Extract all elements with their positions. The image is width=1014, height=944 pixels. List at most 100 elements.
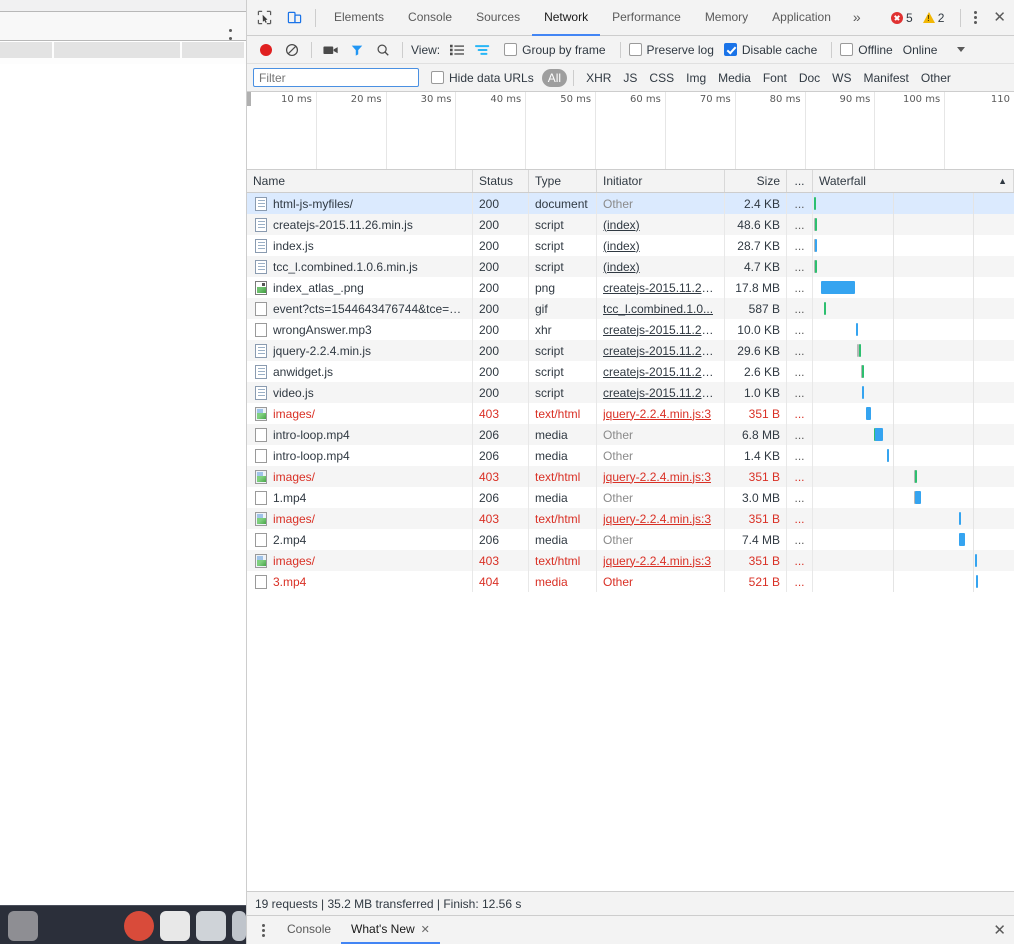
cell-initiator[interactable]: jquery-2.2.4.min.js:3 [597,508,725,529]
table-row[interactable]: images/403 text/html jquery-2.2.4.min.js:3… [247,403,1014,424]
funnel-icon[interactable] [346,39,368,61]
offline-checkbox[interactable]: Offline [840,43,893,57]
hide-data-urls-checkbox[interactable]: Hide data URLs [431,71,534,85]
dock-icon[interactable] [8,911,38,941]
cell-initiator[interactable]: createjs-2015.11.26... [597,361,725,382]
column-header-waterfall[interactable]: Waterfall ▲ [813,170,1014,192]
initiator-link[interactable]: jquery-2.2.4.min.js:3 [603,554,711,568]
column-header-status[interactable]: Status [473,170,529,192]
cursor-inspect-icon[interactable] [251,5,277,31]
column-header--[interactable]: ... [787,170,813,192]
drawer-tab-console[interactable]: Console [277,916,341,944]
cell-initiator[interactable]: (index) [597,256,725,277]
tab-application[interactable]: Application [760,0,843,36]
table-row[interactable]: index.js 200 script (index) 28.7 KB... [247,235,1014,256]
initiator-link[interactable]: jquery-2.2.4.min.js:3 [603,470,711,484]
search-icon[interactable] [372,39,394,61]
cell-initiator[interactable]: (index) [597,235,725,256]
drawer-tab-whats-new[interactable]: What's New ✕ [341,916,440,944]
preserve-log-checkbox[interactable]: Preserve log [628,43,714,57]
initiator-link[interactable]: createjs-2015.11.26... [603,323,718,337]
settings-kebab-icon[interactable] [967,9,983,27]
filter-type-all[interactable]: All [541,68,568,87]
filter-type-css[interactable]: CSS [643,69,680,87]
cell-initiator[interactable]: jquery-2.2.4.min.js:3 [597,466,725,487]
cell-initiator[interactable]: createjs-2015.11.26... [597,319,725,340]
clear-icon[interactable] [281,39,303,61]
initiator-link[interactable]: createjs-2015.11.26... [603,386,718,400]
table-row[interactable]: intro-loop.mp4 206 media Other 1.4 KB... [247,445,1014,466]
tab-network[interactable]: Network [532,0,601,36]
cell-initiator[interactable]: createjs-2015.11.26... [597,340,725,361]
column-header-name[interactable]: Name [247,170,473,192]
column-header-size[interactable]: Size [725,170,787,192]
table-row[interactable]: index_atlas_.png 200 png createjs-2015.11.2… [247,277,1014,298]
network-overview-timeline[interactable]: 10 ms 20 ms 30 ms 40 ms 50 ms 60 ms 70 ms 80 ms… [247,92,1014,170]
table-row[interactable]: images/403 text/html jquery-2.2.4.min.js:3… [247,550,1014,571]
more-tabs-button[interactable]: » [843,0,871,36]
table-row[interactable]: html-js-myfiles/200 document Other 2.4 KB..… [247,193,1014,214]
initiator-link[interactable]: createjs-2015.11.26... [603,365,718,379]
disable-cache-checkbox[interactable]: Disable cache [723,43,817,57]
table-row[interactable]: 3.mp4 404 media Other 521 B... [247,571,1014,592]
initiator-link[interactable]: (index) [603,218,640,232]
tab-performance[interactable]: Performance [600,0,693,36]
record-icon[interactable] [255,39,277,61]
throttling-select[interactable]: Online [903,43,966,57]
cell-initiator[interactable]: jquery-2.2.4.min.js:3 [597,550,725,571]
filter-type-manifest[interactable]: Manifest [858,69,915,87]
cell-initiator[interactable]: (index) [597,214,725,235]
filter-type-doc[interactable]: Doc [793,69,826,87]
dock-icon[interactable] [196,911,226,941]
warning-badge[interactable]: 2 [922,11,951,25]
dock-icon[interactable] [160,911,190,941]
close-icon[interactable]: ✕ [421,923,430,936]
cell-initiator[interactable]: jquery-2.2.4.min.js:3 [597,403,725,424]
cell-initiator[interactable]: createjs-2015.11.26... [597,277,725,298]
initiator-link[interactable]: jquery-2.2.4.min.js:3 [603,407,711,421]
waterfall-view-icon[interactable] [472,39,494,61]
table-row[interactable]: anwidget.js 200 script createjs-2015.11.26.… [247,361,1014,382]
table-row[interactable]: video.js 200 script createjs-2015.11.26... 1… [247,382,1014,403]
close-devtools-button[interactable]: ✕ [993,10,1006,25]
dock-icon[interactable] [232,911,246,941]
filter-type-media[interactable]: Media [712,69,757,87]
group-by-frame-checkbox[interactable]: Group by frame [504,43,606,57]
camera-icon[interactable] [320,39,342,61]
tab-console[interactable]: Console [396,0,464,36]
filter-type-xhr[interactable]: XHR [580,69,617,87]
table-row[interactable]: wrongAnswer.mp3 200 xhr createjs-2015.11.26… [247,319,1014,340]
filter-type-font[interactable]: Font [757,69,793,87]
table-row[interactable]: images/403 text/html jquery-2.2.4.min.js:3… [247,466,1014,487]
table-row[interactable]: tcc_l.combined.1.0.6.min.js 200 script (ind… [247,256,1014,277]
tab-sources[interactable]: Sources [464,0,532,36]
table-row[interactable]: createjs-2015.11.26.min.js 200 script (inde… [247,214,1014,235]
tab-elements[interactable]: Elements [322,0,396,36]
filter-type-ws[interactable]: WS [826,69,857,87]
close-drawer-button[interactable]: ✕ [993,923,1006,938]
table-row[interactable]: 2.mp4 206 media Other 7.4 MB... [247,529,1014,550]
tab-memory[interactable]: Memory [693,0,760,36]
column-header-initiator[interactable]: Initiator [597,170,725,192]
initiator-link[interactable]: jquery-2.2.4.min.js:3 [603,512,711,526]
table-row[interactable]: jquery-2.2.4.min.js 200 script createjs-201… [247,340,1014,361]
error-badge[interactable]: 5 [891,11,919,25]
filter-input[interactable] [253,68,419,87]
filter-type-other[interactable]: Other [915,69,957,87]
table-row[interactable]: event?cts=1544643476744&tce=1… 200 gif tcc_… [247,298,1014,319]
drawer-kebab-icon[interactable] [255,921,271,939]
table-row[interactable]: 1.mp4 206 media Other 3.0 MB... [247,487,1014,508]
device-toolbar-icon[interactable] [281,5,307,31]
initiator-link[interactable]: (index) [603,260,640,274]
filter-type-js[interactable]: JS [617,69,643,87]
initiator-link[interactable]: tcc_l.combined.1.0... [603,302,713,316]
initiator-link[interactable]: (index) [603,239,640,253]
dock-icon[interactable] [124,911,154,941]
cell-initiator[interactable]: tcc_l.combined.1.0... [597,298,725,319]
list-view-icon[interactable] [446,39,468,61]
initiator-link[interactable]: createjs-2015.11.26... [603,344,718,358]
filter-type-img[interactable]: Img [680,69,712,87]
table-row[interactable]: intro-loop.mp4 206 media Other 6.8 MB... [247,424,1014,445]
cell-initiator[interactable]: createjs-2015.11.26... [597,382,725,403]
initiator-link[interactable]: createjs-2015.11.26... [603,281,718,295]
